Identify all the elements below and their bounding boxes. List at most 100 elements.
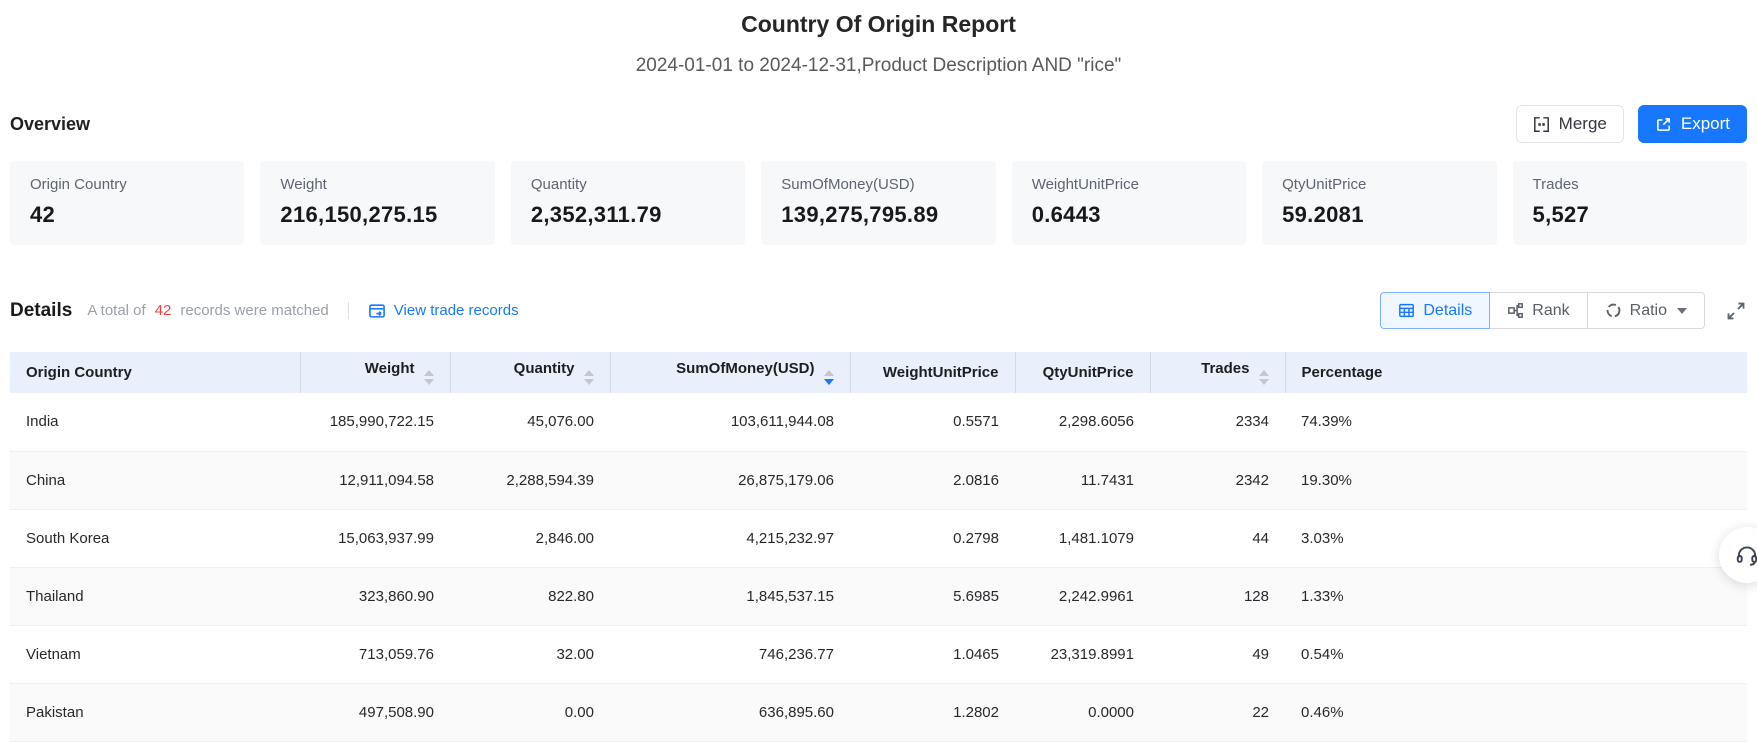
- divider: [347, 302, 349, 319]
- stat-card-sumofmoney-usd: SumOfMoney(USD) 139,275,795.89: [761, 161, 996, 245]
- cell-qtyunitprice: 23,319.8991: [1015, 625, 1150, 684]
- stat-card-qtyunitprice: QtyUnitPrice 59.2081: [1262, 161, 1497, 245]
- stat-card-value: 139,275,795.89: [781, 202, 939, 227]
- overview-header: Overview Merge Export: [10, 105, 1747, 143]
- cell-sumofmoney-usd: 1,845,537.15: [610, 567, 850, 626]
- column-header-origin-country: Origin Country: [10, 352, 301, 393]
- cell-percentage: 74.39%: [1285, 393, 1747, 452]
- cell-weight: 323,860.90: [300, 567, 450, 626]
- view-details-label: Details: [1423, 301, 1473, 319]
- matched-summary: A total of 42 records were matched: [87, 302, 328, 319]
- cell-sumofmoney-usd: 4,215,232.97: [610, 509, 850, 568]
- view-ratio-button[interactable]: Ratio: [1586, 292, 1705, 329]
- stat-card-value: 2,352,311.79: [530, 202, 662, 227]
- table-row: Vietnam 713,059.76 32.00 746,236.77 1.0465 23…: [10, 625, 1747, 684]
- sort-carets-icon: [823, 370, 834, 385]
- cell-weightunitprice: 1.2802: [850, 683, 1015, 742]
- cell-weightunitprice: 0.2798: [850, 509, 1015, 568]
- stat-card-quantity: Quantity 2,352,311.79: [510, 161, 746, 245]
- matched-count: 42: [154, 302, 172, 319]
- merge-button-label: Merge: [1558, 114, 1607, 133]
- cell-trades: 2334: [1150, 393, 1285, 452]
- view-ratio-label: Ratio: [1629, 301, 1667, 319]
- cell-weight: 12,911,094.58: [300, 451, 450, 510]
- cell-origin-country: Thailand: [10, 567, 300, 626]
- stat-card-value: 0.6443: [1031, 202, 1101, 227]
- cell-origin-country: India: [10, 393, 300, 452]
- ratio-icon: [1605, 302, 1622, 319]
- view-rank-button[interactable]: Rank: [1489, 292, 1588, 329]
- cell-sumofmoney-usd: 636,895.60: [610, 683, 850, 742]
- cell-origin-country: Vietnam: [10, 625, 300, 684]
- trade-records-icon: [368, 302, 386, 320]
- cell-qtyunitprice: 1,481.1079: [1015, 509, 1150, 568]
- view-trade-records-label: View trade records: [393, 302, 519, 319]
- column-label: Origin Country: [26, 364, 132, 381]
- stat-card-weightunitprice: WeightUnitPrice 0.6443: [1011, 161, 1247, 245]
- table-row: India 185,990,722.15 45,076.00 103,611,944.…: [10, 393, 1747, 452]
- table-row: Thailand 323,860.90 822.80 1,845,537.15 5.69…: [10, 567, 1747, 626]
- cell-percentage: 3.03%: [1285, 509, 1747, 568]
- column-label: Weight: [364, 360, 415, 377]
- cell-origin-country: South Korea: [10, 509, 300, 568]
- table-row: South Korea 15,063,937.99 2,846.00 4,215,23…: [10, 509, 1747, 568]
- details-toolbar: Details A total of 42 records were match…: [10, 292, 1747, 329]
- details-table-icon: [1398, 302, 1415, 319]
- cell-quantity: 2,846.00: [450, 509, 610, 568]
- cell-sumofmoney-usd: 746,236.77: [610, 625, 850, 684]
- cell-weightunitprice: 1.0465: [850, 625, 1015, 684]
- stat-card-origin-country: Origin Country 42: [10, 161, 245, 245]
- overview-title: Overview: [10, 113, 91, 134]
- view-switcher: Details Rank Ratio: [1380, 292, 1747, 329]
- cell-weightunitprice: 0.5571: [850, 393, 1015, 452]
- cell-quantity: 822.80: [450, 567, 610, 626]
- column-header-sumofmoney-usd[interactable]: SumOfMoney(USD): [610, 352, 851, 393]
- stat-card-label: WeightUnitPrice: [1031, 176, 1139, 193]
- cell-qtyunitprice: 2,242.9961: [1015, 567, 1150, 626]
- cell-qtyunitprice: 2,298.6056: [1015, 393, 1150, 452]
- chevron-down-icon: [1677, 307, 1687, 314]
- rank-icon: [1507, 302, 1524, 319]
- cell-percentage: 0.46%: [1285, 683, 1747, 742]
- table-header-row: Origin Country Weight Quantity SumOfMoney(U…: [10, 352, 1747, 393]
- cell-weightunitprice: 2.0816: [850, 451, 1015, 510]
- stat-card-label: SumOfMoney(USD): [781, 176, 915, 193]
- cell-quantity: 32.00: [450, 625, 610, 684]
- column-header-quantity[interactable]: Quantity: [450, 352, 611, 393]
- cell-weight: 713,059.76: [300, 625, 450, 684]
- cell-percentage: 19.30%: [1285, 451, 1747, 510]
- export-button[interactable]: Export: [1637, 105, 1747, 143]
- column-header-trades[interactable]: Trades: [1150, 352, 1286, 393]
- view-details-button[interactable]: Details: [1380, 292, 1491, 329]
- cell-quantity: 45,076.00: [450, 393, 610, 452]
- stat-card-trades: Trades 5,527: [1512, 161, 1747, 245]
- cell-weight: 15,063,937.99: [300, 509, 450, 568]
- export-button-label: Export: [1680, 114, 1730, 133]
- view-mode-group: Details Rank Ratio: [1380, 292, 1705, 329]
- stat-card-weight: Weight 216,150,275.15: [260, 161, 495, 245]
- export-icon: [1655, 116, 1672, 133]
- cell-percentage: 1.33%: [1285, 567, 1747, 626]
- sort-carets-icon: [423, 370, 434, 385]
- merge-button[interactable]: Merge: [1515, 105, 1624, 143]
- header-actions: Merge Export: [1515, 105, 1747, 143]
- table-row: Pakistan 497,508.90 0.00 636,895.60 1.2802 0.…: [10, 683, 1747, 742]
- cell-quantity: 0.00: [450, 683, 610, 742]
- report-page: Country Of Origin Report 2024-01-01 to 2…: [0, 0, 1757, 742]
- view-trade-records-link[interactable]: View trade records: [368, 302, 519, 320]
- report-table: Origin Country Weight Quantity SumOfMoney(U…: [10, 352, 1747, 742]
- column-header-weightunitprice: WeightUnitPrice: [850, 352, 1016, 393]
- stat-card-label: Weight: [280, 176, 327, 193]
- column-label: QtyUnitPrice: [1042, 364, 1134, 381]
- cell-percentage: 0.54%: [1285, 625, 1747, 684]
- stat-card-label: QtyUnitPrice: [1282, 176, 1367, 193]
- overview-cards: Origin Country 42 Weight 216,150,275.15 Quan…: [10, 161, 1747, 245]
- page-title: Country Of Origin Report: [741, 11, 1016, 37]
- headset-icon: [1734, 542, 1757, 568]
- fullscreen-button[interactable]: [1725, 300, 1747, 322]
- stat-card-label: Trades: [1532, 176, 1579, 193]
- fullscreen-icon: [1725, 300, 1747, 322]
- cell-qtyunitprice: 11.7431: [1015, 451, 1150, 510]
- column-header-percentage: Percentage: [1285, 352, 1747, 393]
- column-header-weight[interactable]: Weight: [300, 352, 451, 393]
